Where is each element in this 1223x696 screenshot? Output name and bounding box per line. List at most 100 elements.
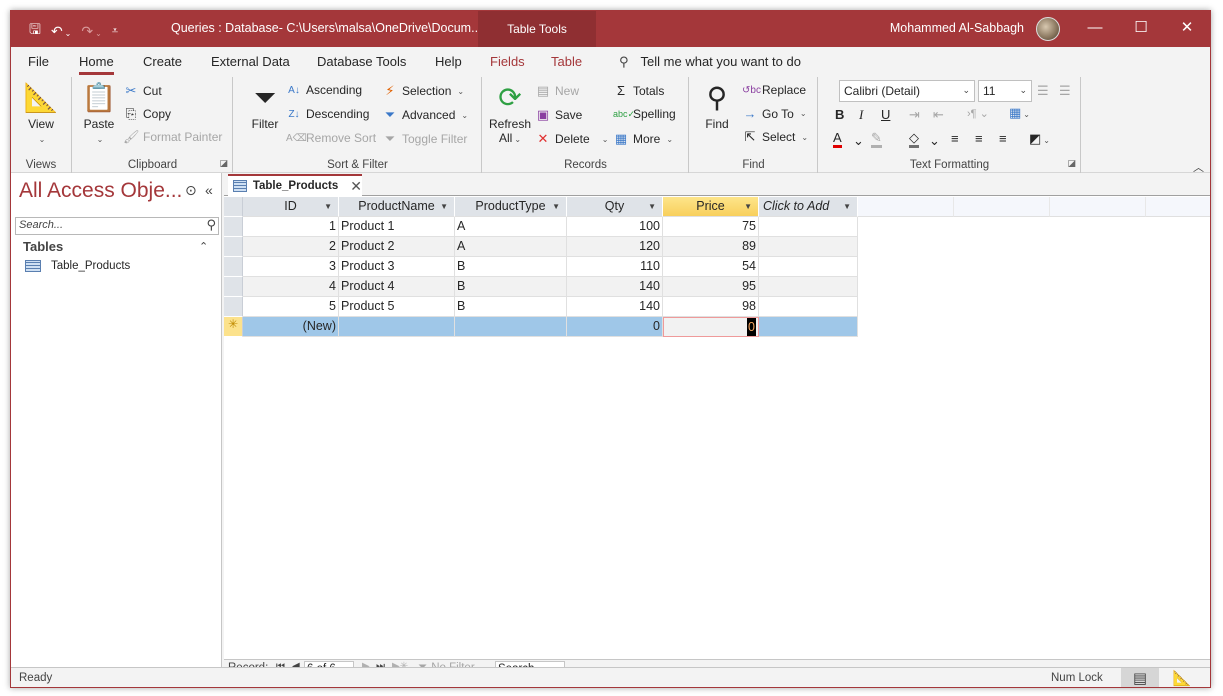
tab-external-data[interactable]: External Data [211, 54, 290, 69]
cell-click-to-add[interactable] [759, 217, 858, 237]
tab-file[interactable]: File [28, 54, 49, 69]
record-selector[interactable] [224, 277, 243, 297]
cell-click-to-add[interactable] [759, 237, 858, 257]
new-record-marker-icon[interactable]: ✳ [224, 317, 243, 337]
minimize-button[interactable]: — [1072, 11, 1118, 47]
selection-button[interactable]: ⚡ Selection ⌄ [382, 83, 464, 99]
undo-icon[interactable]: ↶ ⌄ [51, 23, 71, 40]
cell-id[interactable]: 4 [243, 277, 339, 297]
cell-price[interactable]: 89 [663, 237, 759, 257]
record-selector[interactable] [224, 217, 243, 237]
new-record-row[interactable]: ✳ (New) 0 0 [224, 317, 858, 337]
cell-id[interactable]: (New) [243, 317, 339, 337]
maximize-button[interactable]: ☐ [1118, 11, 1164, 47]
cell-qty[interactable]: 140 [567, 297, 663, 317]
tab-create[interactable]: Create [143, 54, 182, 69]
paragraph-direction-icon[interactable]: ›¶ ⌄ [967, 107, 989, 120]
redo-icon[interactable]: ↷ ⌄ [81, 23, 101, 40]
align-right-icon[interactable]: ≡ [999, 131, 1007, 146]
cell-productname[interactable]: Product 1 [339, 217, 455, 237]
format-painter-button[interactable]: 🖌 Format Painter [123, 129, 222, 145]
descending-button[interactable]: Z↓ Descending [286, 107, 369, 121]
cell-qty[interactable]: 120 [567, 237, 663, 257]
cell-click-to-add[interactable] [759, 257, 858, 277]
save-record-button[interactable]: ▣ Save [535, 107, 583, 123]
chevron-down-icon[interactable]: ⌄ [929, 133, 940, 149]
goto-button[interactable]: → Go To ⌄ [742, 106, 807, 121]
chevron-down-icon[interactable]: ▼ [552, 197, 560, 216]
document-tab-table-products[interactable]: Table_Products ✕ [228, 174, 362, 196]
cell-producttype[interactable]: A [455, 217, 567, 237]
nav-search-input[interactable]: Search... ⚲ [15, 217, 219, 235]
tab-home[interactable]: Home [79, 54, 114, 75]
chevron-down-icon[interactable]: ▼ [648, 197, 656, 216]
cell-price[interactable]: 54 [663, 257, 759, 277]
filter-button[interactable]: ⏷ Filter [248, 81, 282, 131]
font-size-select[interactable]: 11 ⌄ [978, 80, 1032, 102]
record-selector[interactable] [224, 297, 243, 317]
bullets-icon[interactable]: ☰ [1037, 83, 1049, 99]
cell-qty[interactable]: 100 [567, 217, 663, 237]
spelling-button[interactable]: abc✓ Spelling [613, 107, 676, 121]
collapse-pane-icon[interactable]: « [205, 182, 213, 198]
new-record-button[interactable]: ▤ New [535, 83, 579, 99]
datasheet-view-icon[interactable]: ▤ [1121, 668, 1159, 687]
gridlines-icon[interactable]: ▦ ⌄ [1009, 105, 1030, 121]
tell-me-box[interactable]: ⚲ Tell me what you want to do [619, 54, 801, 70]
table-row[interactable]: 4 Product 4 B 140 95 [224, 277, 858, 297]
column-header-id[interactable]: ID ▼ [243, 197, 339, 217]
column-header-producttype[interactable]: ProductType ▼ [455, 197, 567, 217]
collapse-section-icon[interactable]: ⌃ [199, 240, 208, 253]
cell-productname[interactable]: Product 3 [339, 257, 455, 277]
view-button[interactable]: 📐 View ⌄ [21, 81, 61, 145]
cell-qty[interactable]: 110 [567, 257, 663, 277]
paste-button[interactable]: 📋 Paste ⌄ [79, 81, 119, 145]
cell-producttype[interactable]: B [455, 277, 567, 297]
chevron-down-icon[interactable]: ▼ [744, 197, 752, 216]
cell-producttype[interactable]: A [455, 237, 567, 257]
align-center-icon[interactable]: ≡ [975, 131, 983, 146]
nav-section-tables[interactable]: Tables [23, 239, 63, 254]
nav-pane-title[interactable]: All Access Obje... [19, 179, 182, 203]
increase-indent-icon[interactable]: ⇥ [909, 107, 920, 123]
delete-button[interactable]: ✕ Delete ⌄ [535, 131, 609, 147]
customize-qat-icon[interactable]: ⩡ [112, 25, 118, 38]
decrease-indent-icon[interactable]: ⇤ [933, 107, 944, 123]
italic-button[interactable]: I [859, 107, 863, 123]
user-name[interactable]: Mohammed Al-Sabbagh [890, 21, 1024, 35]
select-button[interactable]: ⇱ Select ⌄ [742, 129, 809, 145]
dialog-launcher-icon[interactable]: ◪ [1067, 158, 1076, 169]
numbering-icon[interactable]: ☰ [1059, 83, 1071, 99]
cell-producttype[interactable]: B [455, 297, 567, 317]
totals-button[interactable]: Σ Totals [613, 83, 664, 98]
advanced-button[interactable]: ⏷ Advanced ⌄ [382, 107, 468, 123]
cell-click-to-add[interactable] [759, 277, 858, 297]
cell-producttype[interactable]: B [455, 257, 567, 277]
close-button[interactable]: ✕ [1164, 11, 1210, 47]
nav-item-table-products[interactable]: Table_Products [25, 260, 130, 272]
copy-button[interactable]: ⎘ Copy [123, 106, 171, 122]
chevron-down-icon[interactable]: ▼ [324, 197, 332, 216]
tab-fields[interactable]: Fields [490, 54, 525, 69]
toggle-filter-button[interactable]: ⏷ Toggle Filter [382, 131, 468, 147]
ascending-button[interactable]: A↓ Ascending [286, 83, 362, 97]
cell-id[interactable]: 5 [243, 297, 339, 317]
chevron-down-icon[interactable]: ▼ [440, 197, 448, 216]
replace-button[interactable]: ↺bc Replace [742, 83, 806, 97]
alternate-row-color-icon[interactable]: ◩ ⌄ [1029, 131, 1050, 147]
table-row[interactable]: 3 Product 3 B 110 54 [224, 257, 858, 277]
search-icon[interactable]: ⚲ [206, 217, 216, 233]
record-selector[interactable] [224, 237, 243, 257]
chevron-down-icon[interactable]: ⌄ [853, 133, 864, 149]
cell-click-to-add[interactable] [759, 317, 858, 337]
bold-button[interactable]: B [835, 107, 844, 122]
cell-qty[interactable]: 0 [567, 317, 663, 337]
align-left-icon[interactable]: ≡ [951, 131, 959, 146]
column-header-productname[interactable]: ProductName ▼ [339, 197, 455, 217]
column-header-click-to-add[interactable]: Click to Add ▼ [759, 197, 858, 217]
more-button[interactable]: ▦ More ⌄ [613, 131, 673, 147]
font-color-icon[interactable]: A [833, 131, 842, 148]
highlight-icon[interactable]: ✎ [871, 131, 882, 148]
select-all-corner[interactable] [224, 197, 243, 217]
font-name-select[interactable]: Calibri (Detail) ⌄ [839, 80, 975, 102]
